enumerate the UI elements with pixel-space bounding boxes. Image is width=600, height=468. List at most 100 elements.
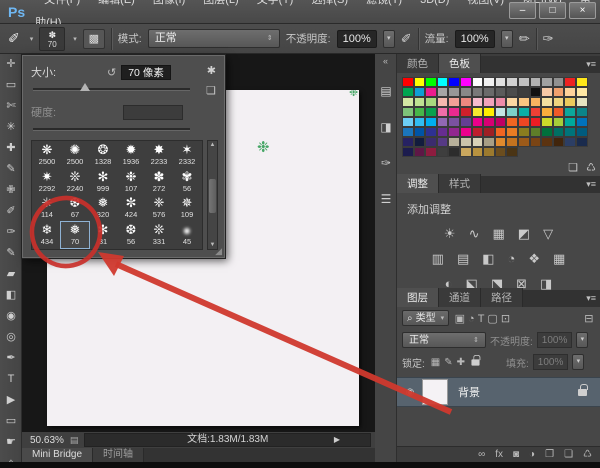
swatch[interactable] (460, 117, 472, 127)
hardness-input[interactable] (123, 105, 183, 120)
swatch[interactable] (472, 117, 484, 127)
swatch[interactable] (448, 77, 460, 87)
swatch[interactable] (576, 137, 588, 147)
swatch[interactable] (564, 87, 576, 97)
swatch[interactable] (414, 87, 426, 97)
swatch[interactable] (506, 147, 518, 157)
collapse-dock-icon[interactable]: « (375, 54, 396, 66)
swatch[interactable] (495, 87, 507, 97)
layer-filter-icon[interactable]: T (476, 313, 486, 325)
stamp-tool[interactable]: ✑ (0, 222, 22, 243)
close-button[interactable]: × (569, 2, 596, 19)
swatch[interactable] (530, 117, 542, 127)
menu-item[interactable]: 3D(D) (411, 0, 458, 6)
swatch[interactable] (541, 77, 553, 87)
layer-effects-icon[interactable]: fx (495, 449, 503, 460)
swatch[interactable] (460, 87, 472, 97)
clone-source-panel-icon[interactable]: ☰ (375, 188, 397, 210)
swatch[interactable] (530, 107, 542, 117)
flow-input[interactable]: 100% (455, 30, 495, 48)
hardness-slider[interactable] (33, 128, 190, 131)
swatch[interactable] (495, 117, 507, 127)
brush-preset[interactable]: ❉107 (117, 169, 145, 196)
swatch[interactable] (425, 97, 437, 107)
tab-swatches[interactable]: 色板 (439, 54, 481, 73)
scroll-up-icon[interactable]: ▲ (208, 142, 217, 148)
brush-preset[interactable]: ❄434 (33, 222, 61, 249)
brush-preset[interactable]: ✸2233 (145, 142, 173, 169)
brush-tool-icon[interactable]: ✐ (6, 30, 22, 47)
swatch[interactable] (541, 137, 553, 147)
layer-thumbnail[interactable] (422, 379, 448, 405)
brush-preset[interactable]: ❆56 (117, 222, 145, 249)
size-slider-thumb[interactable] (80, 83, 90, 91)
swatch[interactable] (402, 87, 414, 97)
swatch[interactable] (564, 107, 576, 117)
swatch[interactable] (402, 137, 414, 147)
gear-icon[interactable]: ✱ (207, 64, 216, 77)
size-slider[interactable] (33, 88, 190, 91)
brush-preset[interactable]: ✼424 (117, 195, 145, 222)
panel-menu-icon[interactable]: ▾≡ (586, 59, 596, 70)
history-brush-tool[interactable]: ✎ (0, 243, 22, 264)
tool-preset-caret-icon[interactable]: ▾ (30, 35, 34, 43)
swatch[interactable] (472, 137, 484, 147)
swatch[interactable] (530, 97, 542, 107)
swatch[interactable] (460, 137, 472, 147)
swatch[interactable] (576, 117, 588, 127)
swatch[interactable] (483, 147, 495, 157)
blend-mode-select[interactable]: 正常 ⇕ (148, 29, 280, 48)
swatch[interactable] (437, 87, 449, 97)
layer-filter-icon[interactable]: ⊡ (499, 313, 511, 325)
swatch[interactable] (448, 127, 460, 137)
adjustment-icon[interactable]: ▤ (457, 251, 469, 267)
path-select-tool[interactable]: ▶ (0, 390, 22, 411)
swatch[interactable] (414, 77, 426, 87)
move-tool[interactable]: ✛ (0, 54, 22, 75)
swatch[interactable] (518, 77, 530, 87)
swatch[interactable] (518, 97, 530, 107)
brush-preset[interactable]: ✷2292 (33, 169, 61, 196)
panel-menu-icon[interactable]: ▾≡ (586, 179, 596, 190)
scrollbar-thumb[interactable] (209, 179, 216, 213)
maximize-button[interactable]: □ (539, 2, 566, 19)
heal-tool[interactable]: ✙ (0, 180, 22, 201)
swatch[interactable] (483, 87, 495, 97)
blur-tool[interactable]: ◉ (0, 306, 22, 327)
adjustment-icon[interactable]: ☀ (444, 226, 456, 242)
swatch[interactable] (460, 107, 472, 117)
swatch[interactable] (495, 77, 507, 87)
swatch[interactable] (460, 77, 472, 87)
swatch[interactable] (483, 127, 495, 137)
swatch[interactable] (518, 107, 530, 117)
layer-name[interactable]: 背景 (452, 384, 574, 400)
swatch[interactable] (506, 107, 518, 117)
brush-grid-scrollbar[interactable]: ▲ ▼ (207, 140, 218, 250)
menu-item[interactable]: 图层(L) (194, 0, 247, 6)
swatch[interactable] (530, 127, 542, 137)
flow-dropdown-icon[interactable]: ▾ (501, 30, 513, 48)
swatch[interactable] (518, 137, 530, 147)
trash-icon[interactable]: ♺ (586, 161, 596, 174)
tab-mini-bridge[interactable]: Mini Bridge (22, 448, 93, 462)
swatch[interactable] (425, 137, 437, 147)
tab-adjustments[interactable]: 调整 (397, 174, 439, 193)
layer-filter-icon[interactable]: ▢ (486, 313, 499, 325)
swatch[interactable] (553, 117, 565, 127)
layer-mask-icon[interactable]: ◙ (513, 449, 519, 460)
swatch[interactable] (506, 137, 518, 147)
swatch[interactable] (472, 127, 484, 137)
brush-preset[interactable]: ❆67 (61, 195, 89, 222)
swatch[interactable] (518, 127, 530, 137)
opacity-dropdown-icon[interactable]: ▾ (383, 30, 395, 48)
swatch[interactable] (541, 97, 553, 107)
lock-option-icon[interactable]: ▦ (429, 357, 442, 368)
swatch[interactable] (437, 117, 449, 127)
swatch[interactable] (414, 147, 426, 157)
lock-all-icon[interactable] (471, 359, 479, 365)
swatch[interactable] (541, 127, 553, 137)
swatch[interactable] (472, 97, 484, 107)
opacity-input[interactable]: 100% (337, 30, 377, 48)
swatch[interactable] (425, 127, 437, 137)
swatch[interactable] (483, 77, 495, 87)
